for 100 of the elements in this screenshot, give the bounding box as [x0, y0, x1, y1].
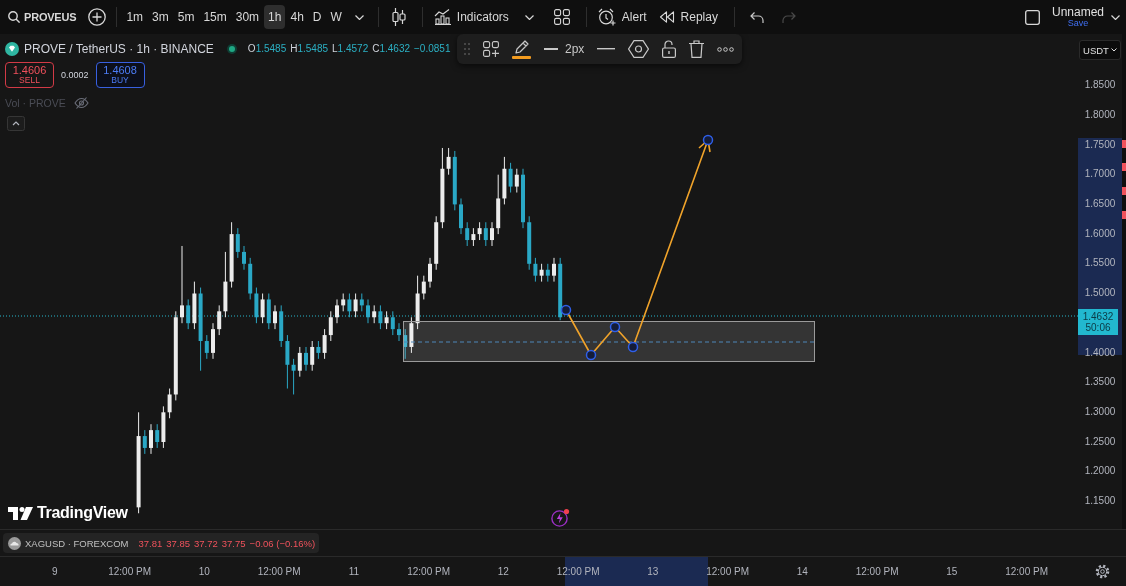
- point-handle-icon[interactable]: [560, 304, 572, 316]
- logo-icon: [8, 506, 33, 520]
- line-width-button[interactable]: 2px: [544, 37, 585, 61]
- time-label: 10: [197, 566, 211, 577]
- chevron-down-icon[interactable]: [354, 14, 364, 20]
- price-marker-icon: [1122, 163, 1126, 171]
- alarm-clock-icon: [597, 8, 616, 26]
- brand-name: TradingView: [37, 504, 128, 522]
- price-label: 1.5000: [1084, 287, 1116, 299]
- status-dot-icon: [226, 43, 237, 54]
- settings-icon[interactable]: [628, 40, 650, 58]
- grid-icon[interactable]: [553, 9, 570, 25]
- layout-name[interactable]: Unnamed: [1051, 6, 1104, 18]
- time-label: 15: [945, 566, 959, 577]
- point-handle-icon[interactable]: [609, 321, 621, 333]
- interval-button[interactable]: W: [326, 5, 346, 29]
- buy-button[interactable]: 1.4608 BUY: [95, 62, 145, 88]
- line-icon: [544, 48, 558, 50]
- time-label: 11: [347, 566, 361, 577]
- search-icon: [8, 11, 20, 23]
- drag-handle-icon[interactable]: [464, 43, 470, 55]
- coin-icon: [5, 41, 19, 56]
- compare-value: 37.81: [138, 537, 163, 549]
- time-label: 12:00 PM: [256, 566, 302, 577]
- shapes-plus-icon[interactable]: [483, 41, 499, 57]
- ohlc-label: L: [332, 43, 338, 54]
- price-label: 1.1500: [1084, 494, 1116, 506]
- price-label: 1.3000: [1084, 405, 1116, 417]
- candlestick-icon[interactable]: [391, 8, 406, 26]
- trash-icon[interactable]: [689, 40, 705, 58]
- chart-bars-icon: [433, 9, 451, 25]
- price-label: 1.8000: [1084, 109, 1116, 121]
- time-label: 9: [51, 566, 59, 577]
- pencil-icon[interactable]: [512, 39, 531, 59]
- point-handle-icon[interactable]: [627, 341, 639, 353]
- indicators-button[interactable]: Indicators: [427, 5, 540, 29]
- time-label: 13: [646, 566, 660, 577]
- spread-value: 0.0002: [61, 70, 89, 80]
- time-label: 12:00 PM: [107, 566, 153, 577]
- interval-button[interactable]: 15m: [199, 5, 231, 29]
- time-label: 12:00 PM: [1004, 566, 1050, 577]
- lightning-icon[interactable]: [551, 508, 570, 527]
- more-icon[interactable]: [717, 46, 735, 52]
- ohlc-label: H: [290, 43, 298, 54]
- time-label: 12:00 PM: [705, 566, 751, 577]
- price-label: 1.4000: [1084, 346, 1116, 358]
- alert-button[interactable]: Alert: [591, 5, 653, 29]
- ohlc-value: 1.5485: [297, 43, 329, 54]
- interval-button[interactable]: 1m: [122, 5, 148, 29]
- symbol-search-button[interactable]: PROVEUS: [8, 11, 77, 23]
- save-link[interactable]: Save: [1067, 19, 1089, 28]
- countdown-timer: 50:06: [1085, 322, 1111, 334]
- price-marker-icon: [1122, 140, 1126, 148]
- ohlc-value: 1.5485: [255, 43, 287, 54]
- plus-circle-icon[interactable]: [88, 8, 107, 26]
- square-icon[interactable]: [1024, 9, 1040, 25]
- interval-button[interactable]: 5m: [173, 5, 199, 29]
- price-label: 1.7000: [1084, 168, 1116, 180]
- interval-button[interactable]: 4h: [286, 5, 308, 29]
- symbol-icon: [8, 536, 21, 550]
- replay-button[interactable]: Replay: [652, 5, 724, 29]
- currency-button[interactable]: USDT: [1079, 40, 1121, 60]
- price-label: 1.3500: [1084, 376, 1116, 388]
- interval-button[interactable]: D: [308, 5, 326, 29]
- price-label: 1.2000: [1084, 465, 1116, 477]
- ohlc-value: 1.4632: [379, 43, 411, 54]
- interval-button[interactable]: 3m: [148, 5, 173, 29]
- price-label: 1.2500: [1084, 435, 1116, 447]
- time-label: 14: [795, 566, 809, 577]
- padlock-open-icon[interactable]: [662, 40, 677, 58]
- last-price: 1.4632: [1082, 310, 1114, 323]
- sell-button[interactable]: 1.4606 SELL: [5, 62, 54, 88]
- interval-button[interactable]: 30m: [231, 5, 264, 29]
- chevron-down-icon[interactable]: [1111, 14, 1120, 20]
- chevron-up-icon[interactable]: [7, 116, 25, 131]
- price-label: 1.7500: [1084, 138, 1116, 150]
- chevron-down-icon: [524, 14, 534, 20]
- time-label: 12:00 PM: [854, 566, 900, 577]
- eye-crossed-icon[interactable]: [73, 96, 89, 109]
- time-label: 12:00 PM: [555, 566, 601, 577]
- compare-value: 37.75: [221, 537, 246, 549]
- compare-value: −0.06 (−0.16%): [249, 537, 316, 549]
- line-style-icon[interactable]: [597, 48, 616, 50]
- ohlc-label: O: [247, 43, 256, 54]
- symbol-title[interactable]: PROVE / TetherUS · 1h · BINANCE: [24, 41, 214, 56]
- price-label: 1.6500: [1084, 198, 1116, 210]
- settings-icon[interactable]: [1094, 564, 1110, 579]
- time-label: 12: [496, 566, 510, 577]
- price-label: 1.8500: [1084, 79, 1116, 91]
- point-handle-icon[interactable]: [585, 349, 597, 361]
- compare-symbol-bar[interactable]: XAGUSD · FOREXCOM 37.81 37.85 37.72 37.75 −0.06 (−0.16%): [3, 533, 320, 553]
- price-marker-icon: [1122, 211, 1126, 219]
- point-handle-icon[interactable]: [702, 134, 714, 146]
- undo-icon[interactable]: [749, 11, 764, 23]
- change-value: −0.0851: [414, 43, 451, 54]
- ohlc-label: C: [372, 43, 380, 54]
- time-label: 12:00 PM: [406, 566, 452, 577]
- price-marker-icon: [1122, 187, 1126, 195]
- interval-button[interactable]: 1h: [264, 5, 286, 29]
- ohlc-value: 1.4572: [337, 43, 369, 54]
